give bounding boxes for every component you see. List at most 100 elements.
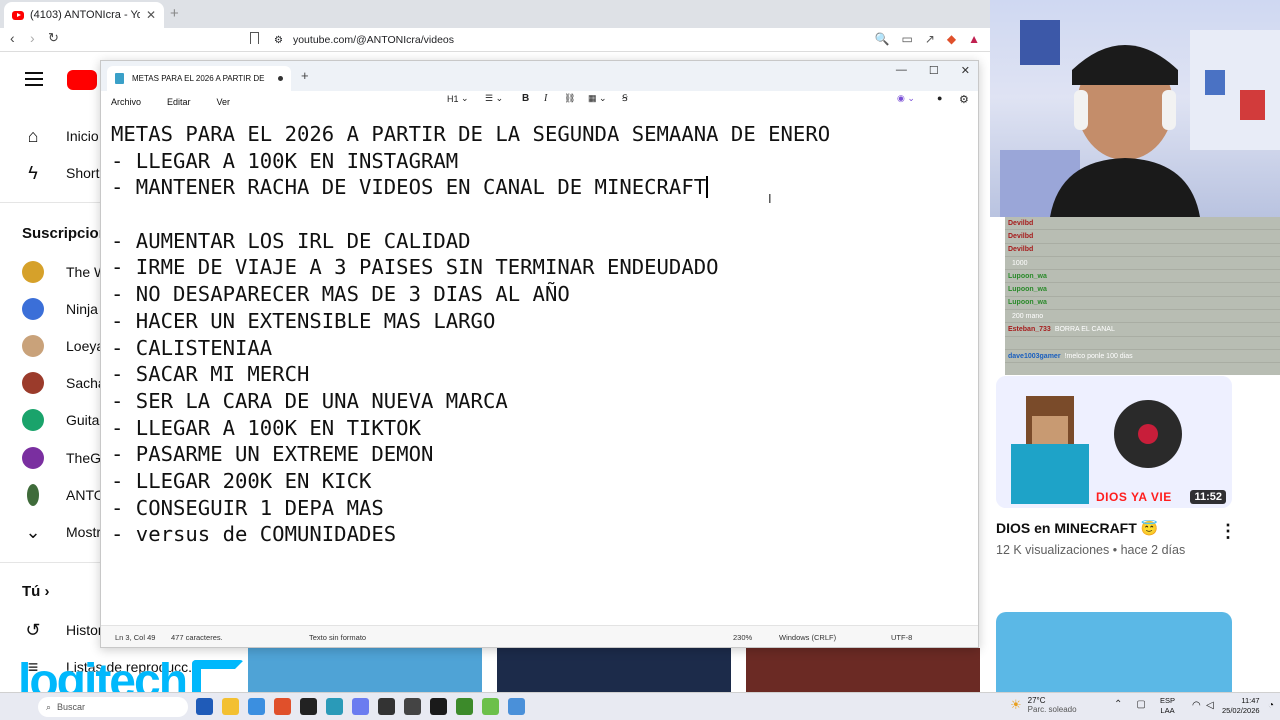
link-icon[interactable]: ⛓ xyxy=(564,93,575,104)
notepad-tab[interactable]: METAS PARA EL 2026 A PARTIR DE xyxy=(107,66,291,91)
ibeam-cursor-icon: I xyxy=(768,191,772,206)
sidebar-sub-7[interactable]: ANTO xyxy=(22,483,105,507)
rewards-icon[interactable]: ▲ xyxy=(968,32,980,46)
close-icon[interactable]: ✕ xyxy=(961,64,970,77)
volume-icon[interactable]: ◁ xyxy=(1206,700,1214,711)
shorts-icon: ϟ xyxy=(28,162,38,183)
table-dropdown[interactable]: ▦ ⌄ xyxy=(588,93,607,104)
browser-tab[interactable]: (4103) ANTONIcra - YouTube ✕ xyxy=(4,2,164,28)
obs-icon[interactable] xyxy=(404,698,421,715)
chat-message: Lupoon_wa xyxy=(1005,270,1280,284)
sidebar-sub-2[interactable]: Ninja xyxy=(22,297,98,321)
capcut-icon[interactable] xyxy=(378,698,395,715)
cast-icon[interactable]: ▭ xyxy=(901,32,912,46)
sidebar-sub-3[interactable]: Loeya xyxy=(22,334,104,358)
settings-gear-icon[interactable]: ⚙ xyxy=(959,93,969,106)
account-icon[interactable]: ● xyxy=(937,93,942,103)
site-info-icon[interactable]: ⚙ xyxy=(274,35,283,46)
sidebar-sub-4[interactable]: Sacha xyxy=(22,371,106,395)
windows-taskbar: ⌕ Buscar ☀ 27°C Parc. soleado ⌃ ▢ ESP LAA… xyxy=(0,692,1280,720)
taskbar-apps xyxy=(196,698,525,715)
show-more-label: Mostr xyxy=(66,524,101,540)
sidebar-show-more[interactable]: ⌄ Mostr xyxy=(22,520,101,544)
minimize-icon[interactable]: — xyxy=(896,64,907,77)
chevron-up-icon[interactable]: ⌃ xyxy=(1114,699,1122,710)
sidebar-sub-1[interactable]: The W xyxy=(22,260,107,284)
editor-line-text: - MANTENER RACHA DE VIDEOS EN CANAL DE M… xyxy=(111,175,707,200)
chat-user: Devilbd xyxy=(1008,219,1034,227)
sun-icon: ☀ xyxy=(1010,697,1022,712)
menu-view[interactable]: Ver xyxy=(217,97,231,107)
app-tray-icon[interactable]: ▢ xyxy=(1136,699,1145,710)
forward-icon[interactable]: › xyxy=(30,30,35,46)
italic-button[interactable]: I xyxy=(544,93,547,104)
video-thumbnail[interactable] xyxy=(996,612,1232,692)
sidebar-item-home[interactable]: ⌂ Inicio xyxy=(22,124,99,148)
editor-line: - LLEGAR A 100K EN INSTAGRAM xyxy=(111,148,459,173)
minecraft-launcher-icon[interactable] xyxy=(482,698,499,715)
input-language[interactable]: ESP LAA xyxy=(1160,696,1175,716)
sidebar-sub-6[interactable]: TheGr xyxy=(22,446,106,470)
chat-user: Devilbd xyxy=(1008,232,1034,240)
avatar xyxy=(22,335,44,357)
minecraft-icon[interactable] xyxy=(456,698,473,715)
copilot-dropdown[interactable]: ◉ ⌄ xyxy=(897,93,915,104)
notifications-icon[interactable]: ◔ xyxy=(1268,700,1274,711)
temperature: 27°C xyxy=(1027,696,1046,705)
maximize-icon[interactable]: ☐ xyxy=(929,64,939,77)
zoom-level: 230% xyxy=(733,633,753,642)
app-icon[interactable] xyxy=(300,698,317,715)
window-controls: — ☐ ✕ xyxy=(896,64,970,77)
youtube-logo-icon[interactable] xyxy=(67,70,97,90)
close-tab-icon[interactable]: ✕ xyxy=(146,8,156,22)
share-icon[interactable]: ↗ xyxy=(925,32,935,46)
sidebar-sub-5[interactable]: Guitar xyxy=(22,408,104,432)
menu-edit[interactable]: Editar xyxy=(167,97,191,107)
brave-icon[interactable] xyxy=(274,698,291,715)
weather-widget[interactable]: ☀ 27°C Parc. soleado xyxy=(1010,696,1077,714)
list-dropdown[interactable]: ☰ ⌄ xyxy=(485,93,503,104)
chat-message: Devilbd xyxy=(1005,217,1280,231)
notepad-editor[interactable]: METAS PARA EL 2026 A PARTIR DE LA SEGUND… xyxy=(111,121,971,621)
menu-file[interactable]: Archivo xyxy=(111,97,141,107)
bookmark-icon[interactable] xyxy=(250,32,259,44)
back-icon[interactable]: ‹ xyxy=(10,30,15,46)
you-section[interactable]: Tú › xyxy=(22,583,50,600)
video-thumbnail[interactable] xyxy=(497,648,731,692)
app-icon[interactable] xyxy=(508,698,525,715)
sidebar-item-shorts[interactable]: ϟ Shorts xyxy=(22,161,106,185)
more-options-icon[interactable]: ⋮ xyxy=(1219,521,1237,542)
video-card[interactable]: DIOS YA VIE 11:52 DIOS en MINECRAFT 😇 12… xyxy=(996,376,1232,557)
reload-icon[interactable]: ↻ xyxy=(48,30,59,46)
wifi-icon[interactable]: ◠ xyxy=(1192,700,1201,711)
sidebar-item-history[interactable]: ↺ Histor xyxy=(22,618,102,642)
subscriptions-title[interactable]: Suscripcion xyxy=(22,225,108,242)
notepad-new-tab-icon[interactable]: + xyxy=(301,68,309,83)
discord-icon[interactable] xyxy=(352,698,369,715)
brave-shield-icon[interactable]: ◆ xyxy=(947,32,956,46)
notepad-icon[interactable] xyxy=(326,698,343,715)
hamburger-menu-icon[interactable] xyxy=(25,72,43,86)
task-view-icon[interactable] xyxy=(196,698,213,715)
video-thumbnail[interactable]: DIOS YA VIE 11:52 xyxy=(996,376,1232,508)
video-title[interactable]: DIOS en MINECRAFT 😇 xyxy=(996,520,1232,537)
taskbar-search[interactable]: ⌕ Buscar xyxy=(38,697,188,717)
char-count: 477 caracteres. xyxy=(171,633,223,642)
github-icon[interactable] xyxy=(430,698,447,715)
clock[interactable]: 11:47 25/02/2026 xyxy=(1222,696,1260,716)
stream-chat: Devilbd Devilbd Devilbd 1000 Lupoon_wa L… xyxy=(1005,217,1280,375)
file-explorer-icon[interactable] xyxy=(222,698,239,715)
unsaved-dot-icon[interactable] xyxy=(278,76,283,81)
text-caret xyxy=(706,176,708,199)
heading-dropdown[interactable]: H1 ⌄ xyxy=(447,93,469,104)
edge-icon[interactable] xyxy=(248,698,265,715)
bold-button[interactable]: B xyxy=(522,93,529,104)
video-thumbnail[interactable] xyxy=(248,648,482,692)
new-tab-icon[interactable]: + xyxy=(170,5,179,22)
editor-line: - PASARME UN EXTREME DEMON xyxy=(111,442,434,467)
editor-line: - CONSEGUIR 1 DEPA MAS xyxy=(111,495,384,520)
chat-text: 200 mano xyxy=(1012,312,1044,320)
zoom-icon[interactable]: 🔍 xyxy=(875,32,890,46)
video-thumbnail[interactable] xyxy=(746,648,980,692)
clear-format-icon[interactable]: Ꞩ xyxy=(622,93,628,104)
